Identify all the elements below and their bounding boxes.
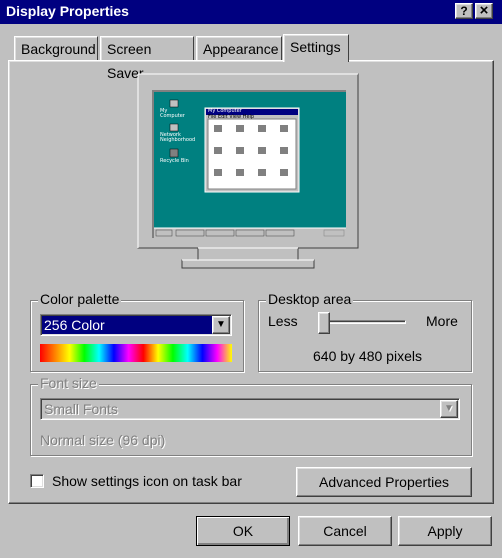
preview-icon-label-network: Network Neighborhood xyxy=(160,132,196,143)
title-bar[interactable]: Display Properties ? × xyxy=(0,0,502,24)
font-size-select[interactable]: Small Fonts ▼ xyxy=(40,398,460,420)
preview-icon-label-recycle: Recycle Bin xyxy=(160,158,189,164)
chevron-down-icon[interactable]: ▼ xyxy=(440,400,458,418)
color-palette-select[interactable]: 256 Color ▼ xyxy=(40,314,232,336)
tab-background[interactable]: Background xyxy=(14,36,98,60)
preview-window-menu: File Edit View Help xyxy=(208,114,255,120)
color-palette-legend: Color palette xyxy=(38,291,122,307)
advanced-properties-button[interactable]: Advanced Properties xyxy=(296,467,472,497)
help-button[interactable]: ? xyxy=(455,3,473,19)
window-title: Display Properties xyxy=(6,3,129,19)
color-palette-value: 256 Color xyxy=(44,317,105,333)
resolution-value: 640 by 480 pixels xyxy=(313,348,422,364)
less-label: Less xyxy=(268,313,298,329)
close-button[interactable]: × xyxy=(475,3,493,19)
cancel-button[interactable]: Cancel xyxy=(298,516,392,546)
font-size-value: Small Fonts xyxy=(44,401,118,417)
color-spectrum-bar xyxy=(40,344,232,362)
preview-icon-label-computer: My Computer xyxy=(160,108,185,119)
chevron-down-icon[interactable]: ▼ xyxy=(212,316,230,334)
show-settings-icon-checkbox[interactable] xyxy=(30,474,44,488)
show-settings-icon-label[interactable]: Show settings icon on task bar xyxy=(52,473,242,489)
tab-appearance[interactable]: Appearance xyxy=(196,36,282,60)
apply-button[interactable]: Apply xyxy=(398,516,492,546)
font-size-hint: Normal size (96 dpi) xyxy=(40,432,166,448)
more-label: More xyxy=(426,313,458,329)
ok-button[interactable]: OK xyxy=(196,516,290,546)
resolution-slider-thumb[interactable] xyxy=(318,312,330,334)
tab-settings[interactable]: Settings xyxy=(283,34,349,62)
desktop-area-legend: Desktop area xyxy=(266,291,354,307)
resolution-slider-track[interactable] xyxy=(318,320,406,324)
monitor-preview: My Computer Network Neighborhood Recycle… xyxy=(136,72,362,284)
font-size-legend: Font size xyxy=(38,375,99,391)
tab-screen-saver[interactable]: Screen Saver xyxy=(100,36,194,81)
